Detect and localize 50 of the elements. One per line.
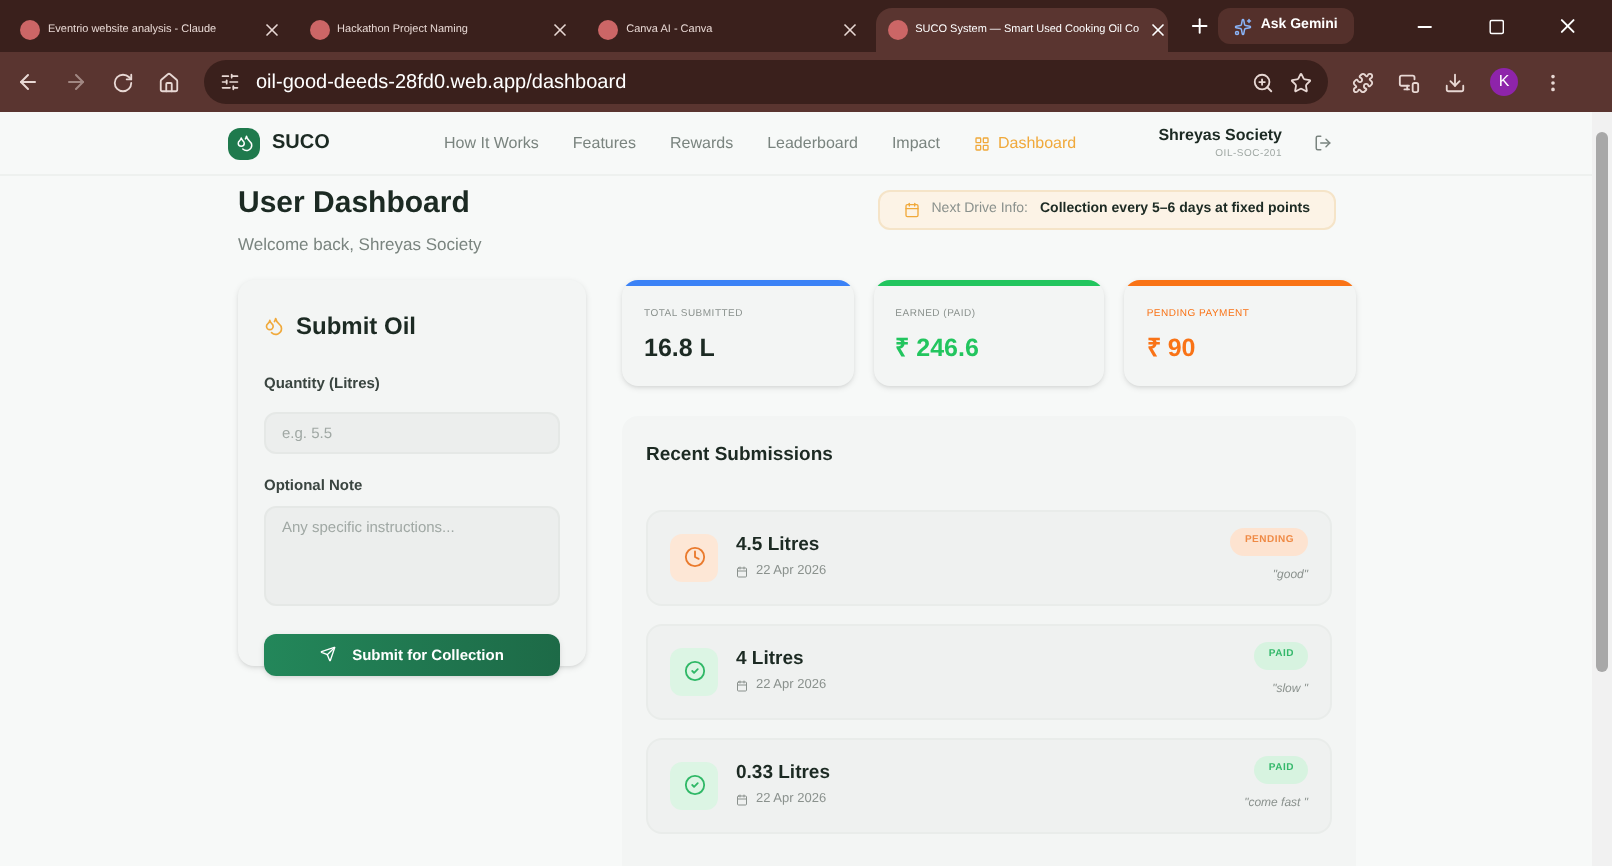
nav-link[interactable]: How It Works: [444, 131, 539, 155]
page-subtitle: Welcome back, Shreyas Society: [238, 231, 482, 257]
tab-favicon-icon: [887, 20, 908, 40]
close-icon[interactable]: [1147, 20, 1168, 40]
maximize-icon[interactable]: [1487, 17, 1505, 35]
tab-favicon-icon: [20, 20, 40, 40]
logo-text: SUCO: [272, 130, 330, 158]
site-settings-icon[interactable]: [220, 72, 240, 92]
download-icon[interactable]: [1444, 71, 1466, 93]
submission-amount: 4.5 Litres: [736, 532, 822, 560]
profile-avatar[interactable]: K: [1490, 68, 1518, 96]
bookmark-icon[interactable]: [1290, 71, 1312, 93]
calendar-icon: [736, 794, 748, 807]
sparkle-icon: [1234, 17, 1253, 35]
nav-link[interactable]: Leaderboard: [767, 131, 858, 155]
nav-link[interactable]: Impact: [891, 131, 940, 155]
page-title: User Dashboard: [238, 184, 472, 224]
new-tab-icon[interactable]: [1187, 14, 1211, 38]
zoom-icon[interactable]: [1252, 71, 1274, 93]
address-bar[interactable]: oil-good-deeds-28fd0.web.app/dashboard: [204, 60, 1328, 104]
reload-icon[interactable]: [112, 71, 134, 93]
grid-icon: [973, 135, 990, 151]
tab-favicon-icon: [598, 20, 619, 40]
url-text: oil-good-deeds-28fd0.web.app/dashboard: [256, 69, 629, 97]
home-icon[interactable]: [158, 71, 180, 93]
logo-icon: [228, 127, 260, 159]
extensions-icon[interactable]: [1352, 71, 1374, 93]
tab-favicon-icon: [309, 20, 330, 40]
calendar-icon: [736, 566, 748, 579]
calendar-icon: [736, 680, 748, 693]
close-icon[interactable]: [550, 20, 571, 40]
stat-value: ₹ 246.6: [895, 331, 981, 366]
stat-value: ₹ 90: [1146, 331, 1198, 366]
card-title: Submit Oil: [296, 310, 416, 345]
submission-amount: 4 Litres: [736, 646, 806, 674]
calendar-icon: [903, 202, 920, 218]
cast-icon[interactable]: [1398, 71, 1420, 93]
submission-amount: 0.33 Litres: [736, 760, 830, 788]
droplet-icon: [264, 316, 284, 337]
send-icon: [320, 646, 337, 663]
close-icon[interactable]: [839, 20, 860, 40]
panel-title: Recent Submissions: [646, 442, 835, 471]
nav-link[interactable]: Rewards: [670, 131, 734, 155]
close-icon[interactable]: [261, 20, 282, 40]
scrollbar[interactable]: [1592, 112, 1612, 866]
nav-link[interactable]: Features: [572, 131, 636, 155]
user-name: Shreyas Society: [1158, 123, 1282, 148]
logout-icon[interactable]: [1314, 134, 1332, 152]
stat-value: 16.8 L: [644, 331, 717, 366]
back-icon[interactable]: [16, 70, 40, 94]
